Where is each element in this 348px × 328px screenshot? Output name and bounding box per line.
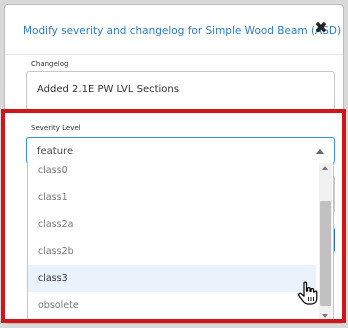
modal-header: Modify severity and changelog for Simple… xyxy=(5,5,343,55)
option-class0[interactable]: class0 xyxy=(28,163,316,184)
option-class3[interactable]: class3 xyxy=(28,265,316,292)
severity-dropdown-list: class0 class1 class2a class2b class3 obs… xyxy=(27,163,334,321)
severity-label: Severity Level xyxy=(31,124,81,132)
modal-title: Modify severity and changelog for Simple… xyxy=(23,25,342,37)
modal-dialog: Modify severity and changelog for Simple… xyxy=(4,4,344,324)
dropdown-scrollbar[interactable] xyxy=(319,163,332,320)
option-class1[interactable]: class1 xyxy=(28,184,316,211)
severity-select[interactable]: feature xyxy=(26,137,335,164)
option-class2a[interactable]: class2a xyxy=(28,211,316,238)
hand-cursor-icon xyxy=(298,281,318,305)
severity-select-value: feature xyxy=(37,146,74,157)
changelog-input[interactable]: Added 2.1E PW LVL Sections xyxy=(26,71,335,110)
changelog-label: Changelog xyxy=(31,60,69,68)
option-class2b[interactable]: class2b xyxy=(28,238,316,265)
option-obsolete[interactable]: obsolete xyxy=(28,292,316,319)
changelog-value: Added 2.1E PW LVL Sections xyxy=(37,84,179,95)
scroll-up-icon[interactable] xyxy=(322,166,328,170)
close-icon[interactable]: ✖ xyxy=(313,20,329,36)
caret-up-icon[interactable] xyxy=(316,149,324,154)
scroll-down-icon[interactable] xyxy=(322,314,328,318)
scrollbar-thumb[interactable] xyxy=(320,201,331,306)
